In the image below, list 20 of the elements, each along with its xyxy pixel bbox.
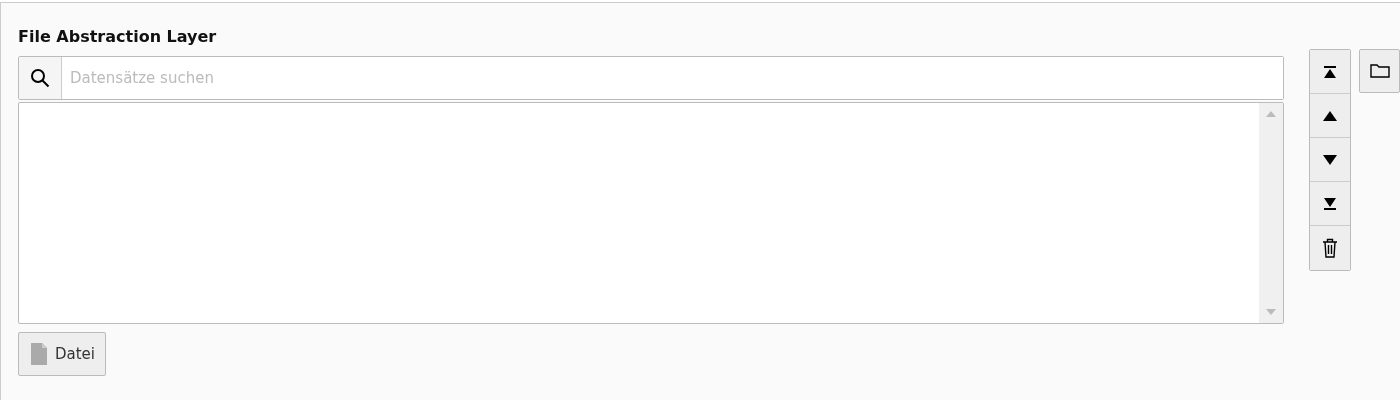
top-control-button[interactable] <box>1310 50 1350 94</box>
delete-control-button[interactable] <box>1310 226 1350 270</box>
search-icon <box>30 68 50 88</box>
scroll-up-icon <box>1266 111 1276 117</box>
file-icon <box>31 343 47 365</box>
down-control-button[interactable] <box>1310 138 1350 182</box>
move-to-top-icon <box>1322 63 1338 80</box>
move-up-icon <box>1323 110 1337 121</box>
add-file-button[interactable]: Datei <box>18 332 107 376</box>
section-title: File Abstraction Layer <box>18 27 217 46</box>
scroll-down-icon <box>1266 309 1276 315</box>
folder-icon <box>1369 63 1390 79</box>
move-to-bottom-icon <box>1322 195 1338 212</box>
up-control-button[interactable] <box>1310 94 1350 138</box>
move-down-icon <box>1323 154 1337 165</box>
search-field[interactable]: Datensätze suchen <box>18 56 1284 100</box>
bottom-control-button[interactable] <box>1310 182 1350 226</box>
scrollbar[interactable] <box>1259 103 1283 323</box>
browse-button[interactable] <box>1359 49 1400 93</box>
trash-icon <box>1322 238 1338 258</box>
